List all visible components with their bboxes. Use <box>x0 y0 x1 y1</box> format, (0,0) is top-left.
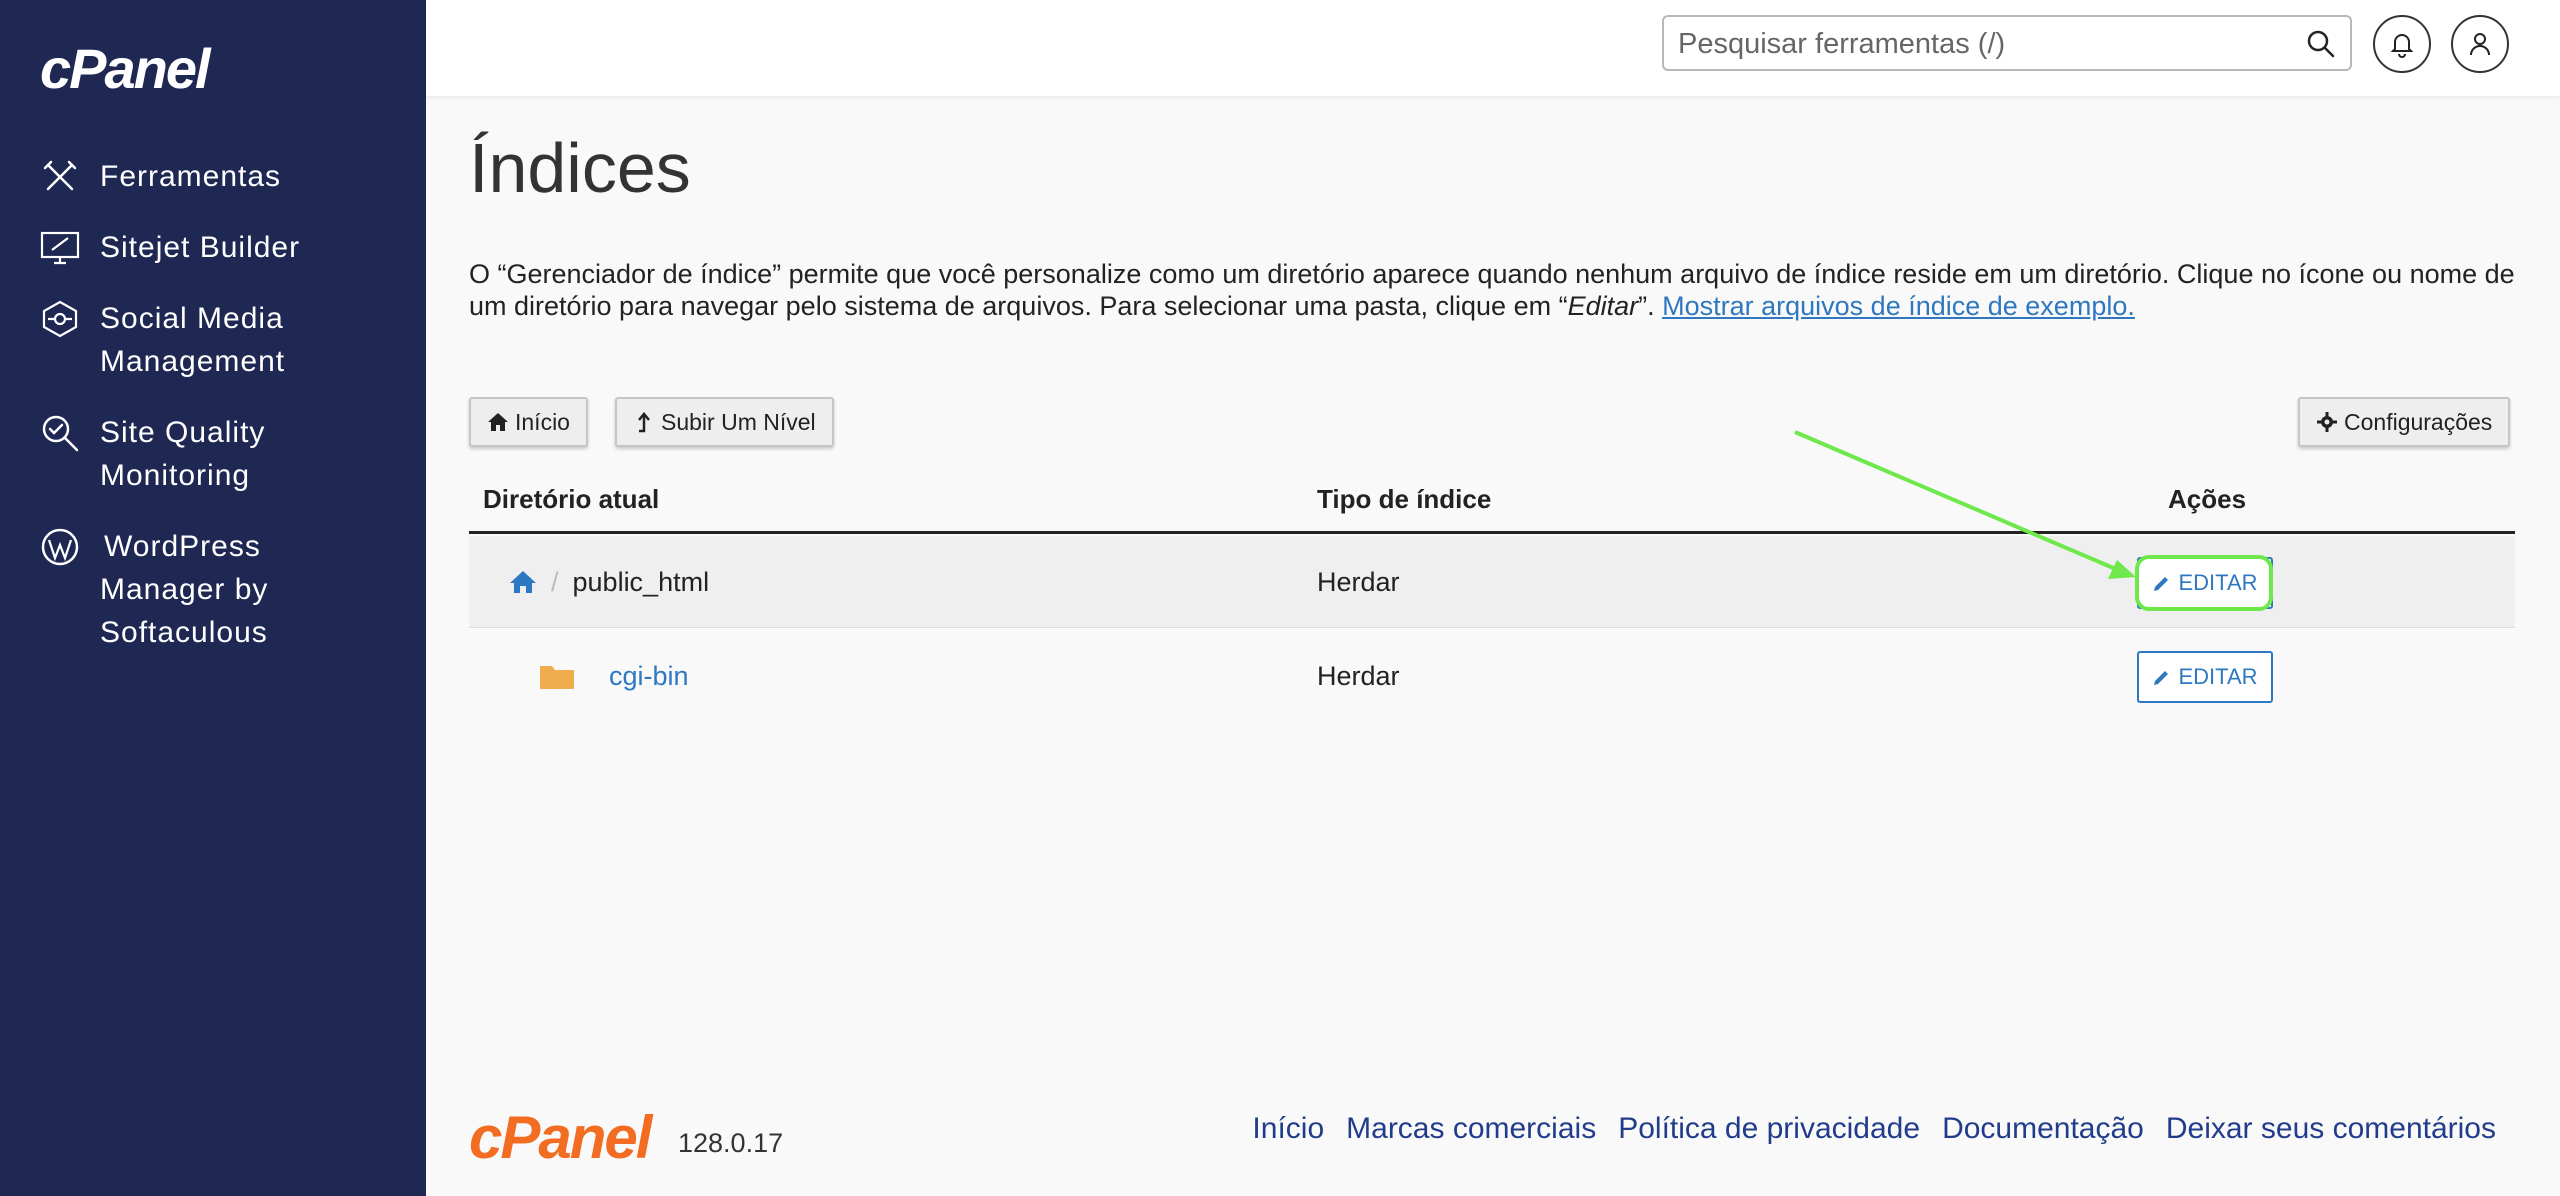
show-sample-index-link[interactable]: Mostrar arquivos de índice de exemplo. <box>1662 291 2135 321</box>
quality-search-icon <box>40 411 86 454</box>
path-separator: / <box>551 566 559 597</box>
footer-link-trademarks[interactable]: Marcas comerciais <box>1346 1112 1596 1146</box>
page-description: O “Gerenciador de índice” permite que vo… <box>469 258 2519 322</box>
pencil-icon <box>2154 671 2169 685</box>
search-icon[interactable] <box>2306 29 2336 59</box>
search-box[interactable] <box>1662 15 2352 71</box>
footer-links: Início Marcas comerciais Política de pri… <box>1252 1112 2496 1146</box>
description-text: ”. <box>1638 291 1663 321</box>
sidebar: cPanel Ferramentas Sitejet Builder Socia… <box>0 0 426 1196</box>
level-up-icon <box>638 412 650 433</box>
directory-cell: / public_html <box>509 536 709 628</box>
footer-link-documentation[interactable]: Documentação <box>1942 1112 2144 1146</box>
description-emphasis: Editar <box>1567 291 1639 321</box>
home-icon <box>488 413 508 431</box>
footer-link-feedback[interactable]: Deixar seus comentários <box>2166 1112 2496 1146</box>
edit-button-label: EDITAR <box>2178 570 2258 595</box>
footer-link-privacy[interactable]: Política de privacidade <box>1618 1112 1920 1146</box>
index-type: Herdar <box>1317 660 1400 691</box>
sidebar-item-label: WordPress Manager by Softaculous <box>100 530 269 649</box>
index-type: Herdar <box>1317 566 1400 597</box>
wordpress-icon <box>40 525 86 568</box>
folder-icon[interactable] <box>539 662 575 690</box>
sidebar-item-social-media[interactable]: Social Media Management <box>40 297 410 383</box>
search-input[interactable] <box>1678 25 2278 63</box>
bell-icon <box>2390 34 2414 58</box>
sidebar-item-label: Site Quality Monitoring <box>100 416 266 492</box>
monitor-icon <box>40 226 86 269</box>
sidebar-item-label: Ferramentas <box>100 160 282 193</box>
settings-button[interactable]: Configurações <box>2298 397 2511 447</box>
sidebar-item-sitejet[interactable]: Sitejet Builder <box>40 226 410 269</box>
gear-icon <box>2317 412 2337 432</box>
table-header: Diretório atual Tipo de índice Ações <box>469 474 2515 534</box>
directory-link[interactable]: cgi-bin <box>609 661 689 692</box>
edit-button[interactable]: EDITAR <box>2137 651 2273 703</box>
footer-cpanel-logo: cPanel <box>469 1104 652 1171</box>
home-icon[interactable] <box>509 568 537 596</box>
page-title: Índices <box>469 129 691 207</box>
sidebar-nav: Ferramentas Sitejet Builder Social Media… <box>40 155 410 682</box>
social-icon <box>40 297 86 340</box>
up-button-label: Subir Um Nível <box>661 408 816 435</box>
tools-icon <box>40 155 86 198</box>
user-icon <box>2470 33 2490 56</box>
description-text: O “Gerenciador de índice” permite que vo… <box>469 259 2515 321</box>
up-one-level-button[interactable]: Subir Um Nível <box>615 397 834 447</box>
edit-button[interactable]: EDITAR <box>2137 557 2273 609</box>
cpanel-logo[interactable]: cPanel <box>40 36 211 101</box>
home-button-label: Início <box>515 408 570 435</box>
version-number: 128.0.17 <box>678 1128 784 1158</box>
sidebar-item-ferramentas[interactable]: Ferramentas <box>40 155 410 198</box>
column-header[interactable]: Diretório atual <box>483 484 659 515</box>
column-header: Ações <box>2168 484 2247 514</box>
sidebar-item-label: Sitejet Builder <box>100 231 301 264</box>
sidebar-item-label: Social Media Management <box>100 302 286 378</box>
footer-link-home[interactable]: Início <box>1252 1112 1324 1146</box>
pencil-icon <box>2154 577 2169 591</box>
home-button[interactable]: Início <box>469 397 588 447</box>
user-menu-button[interactable] <box>2451 15 2509 73</box>
directory-cell: cgi-bin <box>539 630 689 722</box>
settings-button-label: Configurações <box>2344 408 2493 435</box>
column-header[interactable]: Tipo de índice <box>1317 484 1491 515</box>
edit-button-label: EDITAR <box>2178 664 2258 689</box>
notifications-button[interactable] <box>2373 15 2431 73</box>
directory-name: public_html <box>572 566 710 597</box>
sidebar-item-wordpress[interactable]: WordPress Manager by Softaculous <box>40 525 410 654</box>
sidebar-item-site-quality[interactable]: Site Quality Monitoring <box>40 411 410 497</box>
